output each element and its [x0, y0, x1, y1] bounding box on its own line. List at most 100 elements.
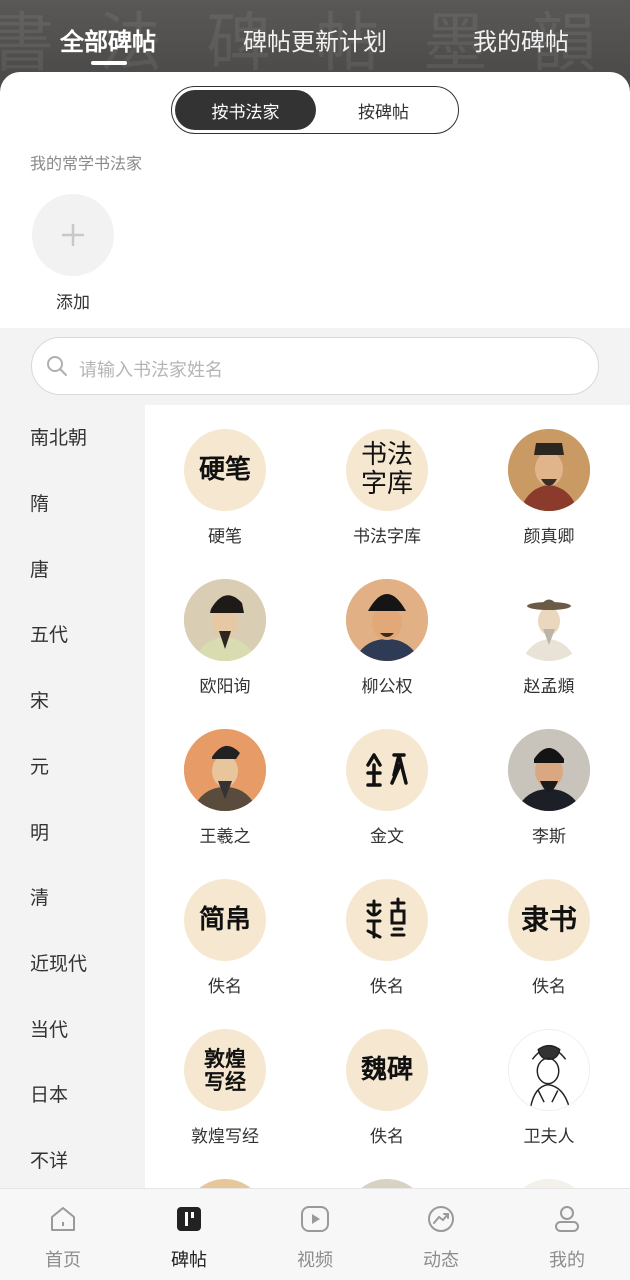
search-icon [47, 356, 67, 376]
add-favorite-label: 添加 [56, 293, 90, 313]
dynasty-item[interactable]: 宋 [30, 686, 49, 713]
calligrapher-avatar: 隶书 [508, 879, 590, 961]
avatar-text: 书法字库 [360, 440, 413, 499]
avatar-text: 魏碑 [360, 1054, 413, 1085]
nav-feed[interactable]: 动态 [396, 1189, 486, 1280]
nav-rubbings-label: 碑帖 [171, 1250, 207, 1271]
search-input[interactable]: 请输入书法家姓名 [31, 337, 599, 395]
calligrapher-avatar [508, 1179, 590, 1188]
seal-script-icon [366, 897, 406, 939]
calligrapher-avatar [508, 1029, 590, 1111]
calligrapher-name: 卫夫人 [523, 1127, 575, 1147]
calligrapher-name: 佚名 [370, 1127, 404, 1147]
calligrapher-avatar: 敦煌写经 [184, 1029, 266, 1111]
calligrapher-name: 佚名 [208, 977, 242, 997]
nav-rubbings[interactable]: 碑帖 [144, 1189, 234, 1280]
calligrapher-card[interactable] [317, 1155, 457, 1188]
calligrapher-card[interactable]: 欧阳询 [155, 555, 295, 697]
nav-mine-label: 我的 [549, 1250, 585, 1271]
calligrapher-card[interactable] [155, 1155, 295, 1188]
calligrapher-name: 金文 [370, 827, 404, 847]
nav-video-label: 视频 [297, 1250, 333, 1271]
calligrapher-avatar: 简帛 [184, 879, 266, 961]
dynasty-list: 南北朝 隋 唐 五代 宋 元 明 清 近现代 当代 日本 不详 [0, 405, 145, 1188]
calligrapher-avatar [184, 579, 266, 661]
calligrapher-avatar [346, 579, 428, 661]
calligrapher-card[interactable]: 硬笔 硬笔 [155, 405, 295, 547]
calligrapher-name: 硬笔 [208, 527, 242, 547]
calligrapher-card[interactable]: 书法字库 书法字库 [317, 405, 457, 547]
dynasty-item[interactable]: 清 [30, 883, 49, 910]
calligrapher-card[interactable]: 赵孟頫 [479, 555, 619, 697]
add-favorite-button[interactable] [32, 194, 114, 276]
tab-all-rubbings[interactable]: 全部碑帖 [60, 22, 156, 57]
favorites-panel: 按书法家 按碑帖 我的常学书法家 添加 [0, 72, 630, 328]
calligrapher-card[interactable]: 卫夫人 [479, 1005, 619, 1147]
nav-home-label: 首页 [45, 1250, 81, 1271]
user-icon [555, 1206, 579, 1232]
calligrapher-name: 敦煌写经 [191, 1127, 259, 1147]
calligrapher-name: 佚名 [532, 977, 566, 997]
calligrapher-name: 欧阳询 [199, 677, 251, 697]
calligrapher-name: 书法字库 [353, 527, 421, 547]
calligrapher-grid: 硬笔 硬笔 书法字库 书法字库 颜真卿 欧阳询 柳公权 赵孟頫 王羲之 金文 李… [145, 405, 630, 1188]
dynasty-item[interactable]: 南北朝 [30, 423, 87, 450]
calligrapher-card[interactable]: 佚名 [317, 855, 457, 997]
calligrapher-card[interactable]: 简帛 佚名 [155, 855, 295, 997]
calligrapher-avatar [346, 729, 428, 811]
dynasty-item[interactable]: 当代 [30, 1015, 68, 1042]
nav-mine[interactable]: 我的 [522, 1189, 612, 1280]
play-icon [301, 1206, 329, 1232]
dynasty-item[interactable]: 日本 [30, 1080, 68, 1107]
dynasty-item[interactable]: 明 [30, 818, 49, 845]
dynasty-item[interactable]: 近现代 [30, 949, 87, 976]
calligrapher-card[interactable]: 柳公权 [317, 555, 457, 697]
avatar-text: 硬笔 [198, 454, 251, 485]
portrait-icon [346, 579, 428, 661]
calligrapher-card[interactable]: 李斯 [479, 705, 619, 847]
tab-my-rubbings[interactable]: 我的碑帖 [473, 22, 569, 57]
calligrapher-avatar: 魏碑 [346, 1029, 428, 1111]
trend-icon [428, 1206, 454, 1232]
calligrapher-name: 佚名 [370, 977, 404, 997]
avatar-text: 隶书 [520, 902, 577, 936]
portrait-icon [184, 729, 266, 811]
segmented-control: 按书法家 按碑帖 [171, 86, 459, 134]
dynasty-item[interactable]: 不详 [30, 1146, 68, 1173]
portrait-icon [508, 729, 590, 811]
nav-home[interactable]: 首页 [18, 1189, 108, 1280]
dynasty-item[interactable]: 元 [30, 752, 49, 779]
favorites-title: 我的常学书法家 [30, 154, 143, 173]
portrait-icon [509, 1030, 589, 1110]
nav-feed-label: 动态 [423, 1250, 459, 1271]
calligrapher-avatar [184, 729, 266, 811]
calligrapher-card[interactable]: 金文 [317, 705, 457, 847]
portrait-icon [508, 579, 590, 661]
calligrapher-name: 赵孟頫 [523, 677, 575, 697]
calligrapher-avatar: 硬笔 [184, 429, 266, 511]
calligrapher-card[interactable]: 敦煌写经 敦煌写经 [155, 1005, 295, 1147]
calligrapher-name: 颜真卿 [523, 527, 575, 547]
calligrapher-name: 王羲之 [199, 827, 251, 847]
segment-by-rubbing[interactable]: 按碑帖 [313, 90, 454, 130]
bottom-navigation: 首页 碑帖 视频 动态 我的 [0, 1188, 630, 1280]
plus-icon [62, 224, 84, 246]
calligrapher-card[interactable]: 颜真卿 [479, 405, 619, 547]
calligrapher-card[interactable]: 隶书 佚名 [479, 855, 619, 997]
calligrapher-avatar [508, 429, 590, 511]
home-icon [51, 1207, 75, 1231]
calligrapher-avatar: 书法字库 [346, 429, 428, 511]
calligrapher-card[interactable]: 魏碑 佚名 [317, 1005, 457, 1147]
calligrapher-avatar [508, 729, 590, 811]
calligrapher-card[interactable] [479, 1155, 619, 1188]
calligrapher-avatar [346, 879, 428, 961]
search-placeholder: 请输入书法家姓名 [79, 360, 223, 381]
segment-by-calligrapher[interactable]: 按书法家 [175, 90, 316, 130]
calligrapher-card[interactable]: 王羲之 [155, 705, 295, 847]
dynasty-item[interactable]: 唐 [30, 555, 49, 582]
dynasty-item[interactable]: 五代 [30, 620, 68, 647]
active-tab-indicator [91, 61, 127, 65]
nav-video[interactable]: 视频 [270, 1189, 360, 1280]
tab-update-plan[interactable]: 碑帖更新计划 [243, 22, 387, 57]
dynasty-item[interactable]: 隋 [30, 489, 49, 516]
